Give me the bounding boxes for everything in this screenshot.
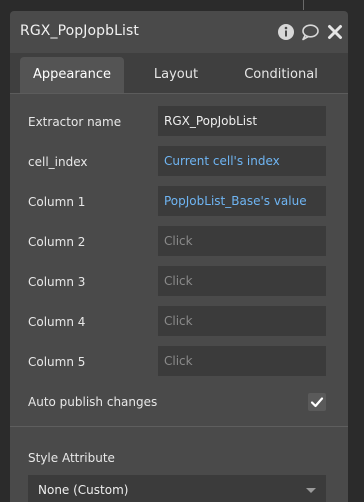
background-divider (303, 0, 304, 10)
tab-conditional[interactable]: Conditional (222, 57, 340, 93)
column-4-input[interactable]: Click (158, 306, 326, 336)
column-3-label: Column 3 (28, 275, 86, 289)
column-2-label: Column 2 (28, 235, 86, 249)
column-3-input[interactable]: Click (158, 266, 326, 296)
column-1-input[interactable]: PopJobList_Base's value (158, 186, 326, 216)
chevron-down-icon (306, 488, 316, 493)
style-attribute-select[interactable]: None (Custom) (28, 475, 326, 502)
panel-header[interactable]: RGX_PopJopbList (10, 11, 348, 53)
close-icon[interactable] (326, 23, 344, 41)
section-divider (10, 426, 348, 427)
style-attribute-label: Style Attribute (28, 451, 115, 465)
auto-publish-label: Auto publish changes (28, 395, 158, 409)
info-icon[interactable] (277, 23, 295, 41)
tab-layout[interactable]: Layout (130, 57, 222, 93)
extractor-name-label: Extractor name (28, 115, 122, 129)
column-2-input[interactable]: Click (158, 226, 326, 256)
cell-index-label: cell_index (28, 155, 88, 169)
extractor-name-input[interactable]: RGX_PopJobList (158, 106, 326, 136)
column-5-label: Column 5 (28, 355, 86, 369)
checkmark-icon (310, 397, 324, 408)
auto-publish-checkbox[interactable] (308, 393, 326, 411)
property-editor-panel: RGX_PopJopbList Appearance Layout Condit… (10, 11, 348, 502)
cell-index-input[interactable]: Current cell's index (158, 146, 326, 176)
column-1-label: Column 1 (28, 195, 86, 209)
style-attribute-value: None (Custom) (38, 483, 129, 497)
column-4-label: Column 4 (28, 315, 86, 329)
comment-icon[interactable] (301, 23, 319, 41)
panel-title: RGX_PopJopbList (20, 23, 140, 39)
column-5-input[interactable]: Click (158, 346, 326, 376)
tab-bar: Appearance Layout Conditional (10, 53, 348, 94)
tab-appearance[interactable]: Appearance (20, 57, 124, 93)
